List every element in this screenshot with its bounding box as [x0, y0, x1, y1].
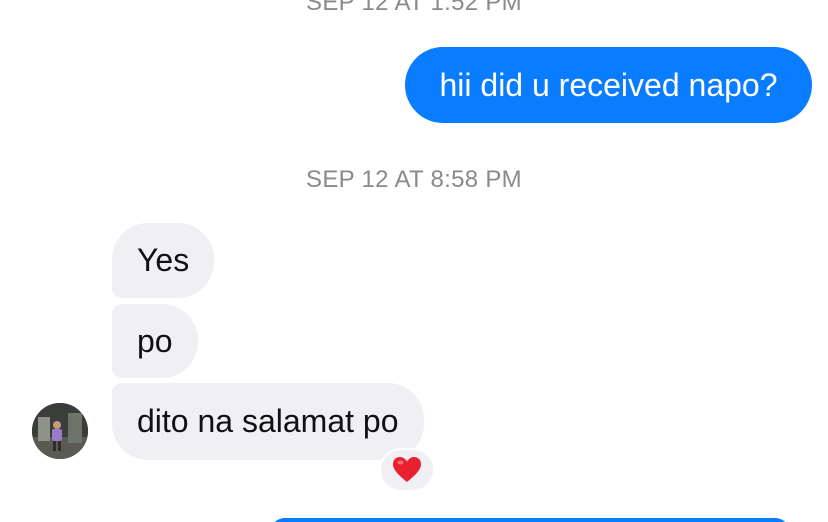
reaction-badge[interactable]	[379, 448, 435, 492]
outgoing-message-bubble-partial[interactable]	[270, 518, 790, 522]
incoming-message-bubble[interactable]: Yes	[112, 223, 215, 298]
chat-thread[interactable]: SEP 12 AT 1:52 PM hii did u received nap…	[0, 0, 828, 522]
avatar-photo	[32, 403, 88, 459]
outgoing-message-bubble[interactable]: hii did u received napo?	[405, 47, 812, 123]
heart-icon	[393, 457, 421, 482]
timestamp-label: SEP 12 AT 1:52 PM	[306, 0, 522, 16]
avatar[interactable]	[32, 403, 88, 459]
timestamp-label: SEP 12 AT 8:58 PM	[306, 166, 522, 193]
incoming-message-bubble[interactable]: po	[112, 304, 198, 378]
incoming-message-bubble[interactable]: dito na salamat po	[112, 383, 424, 460]
